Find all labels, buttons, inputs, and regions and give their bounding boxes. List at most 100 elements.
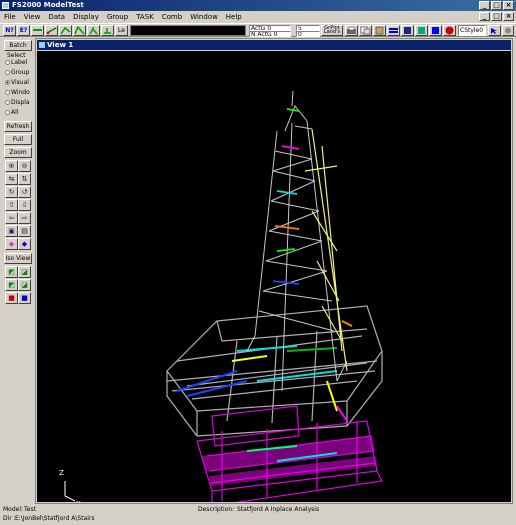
iso-2-icon[interactable]: ◪ bbox=[18, 266, 31, 278]
toolbar: N? E? Le ActG 0 N ActG 0 5 0 GrPlnt Land… bbox=[0, 23, 516, 37]
radio-dot bbox=[5, 90, 10, 95]
paste-icon[interactable] bbox=[373, 25, 386, 36]
element-query-button[interactable]: E? bbox=[17, 25, 30, 36]
color-icon[interactable] bbox=[415, 25, 428, 36]
radio-display[interactable]: Displa bbox=[5, 99, 30, 106]
number-field-bottom[interactable]: 0 bbox=[296, 31, 320, 37]
menu-bar: File View Data Display Group TASK Comb W… bbox=[0, 11, 516, 23]
radio-dot bbox=[5, 110, 10, 115]
zoom-button[interactable]: Zoom bbox=[4, 147, 32, 158]
iso-3-icon[interactable]: ◩ bbox=[5, 279, 18, 291]
menu-file[interactable]: File bbox=[0, 11, 20, 23]
radio-label[interactable]: Label bbox=[5, 59, 27, 66]
iso-5-icon[interactable]: ■ bbox=[5, 292, 18, 304]
support-tool-icon[interactable] bbox=[87, 25, 100, 36]
menu-view[interactable]: View bbox=[20, 11, 45, 23]
axis-z-label: Z bbox=[59, 469, 64, 477]
radio-window[interactable]: Windo bbox=[5, 89, 30, 96]
stop-icon[interactable] bbox=[443, 25, 456, 36]
pan-right-icon[interactable]: ⇨ bbox=[18, 212, 31, 224]
line-tool-icon[interactable] bbox=[31, 25, 44, 36]
axis-x-label: X bbox=[76, 500, 81, 502]
minimize-button[interactable]: _ bbox=[479, 1, 490, 10]
render-icon[interactable] bbox=[401, 25, 414, 36]
full-button[interactable]: Full bbox=[4, 134, 32, 145]
menu-comb[interactable]: Comb bbox=[158, 11, 186, 23]
zoom-out-icon[interactable]: ⊖ bbox=[18, 160, 31, 172]
radio-group[interactable]: Group bbox=[5, 69, 29, 76]
context-help-icon[interactable] bbox=[502, 25, 514, 36]
beam-tool-icon[interactable] bbox=[45, 25, 58, 36]
le-button[interactable]: Le bbox=[115, 25, 128, 36]
menu-window[interactable]: Window bbox=[186, 11, 222, 23]
mdi-close-button[interactable]: × bbox=[503, 12, 514, 21]
maximize-button[interactable]: □ bbox=[491, 1, 502, 10]
app-icon bbox=[2, 2, 9, 9]
view-top-icon[interactable]: ◈ bbox=[5, 238, 18, 250]
model-label: Model: bbox=[3, 506, 24, 513]
menu-group[interactable]: Group bbox=[103, 11, 132, 23]
command-display bbox=[130, 25, 246, 36]
left-sidebar: Batch Select Label Group Visual Windo Di… bbox=[3, 38, 33, 502]
view-window: View 1 Z bbox=[35, 38, 513, 504]
model-canvas[interactable]: Z X bbox=[37, 51, 511, 502]
display-mode-icon[interactable] bbox=[429, 25, 442, 36]
plate-tool-icon[interactable] bbox=[73, 25, 86, 36]
rotate-y-icon[interactable]: ⇅ bbox=[18, 173, 31, 185]
structure-model: Z X bbox=[59, 90, 383, 502]
iso-6-icon[interactable]: ■ bbox=[18, 292, 31, 304]
mdi-minimize-button[interactable]: _ bbox=[479, 12, 490, 21]
view-3d-icon[interactable]: ◆ bbox=[18, 238, 31, 250]
radio-display-text: Displa bbox=[11, 99, 30, 106]
batch-button[interactable]: Batch bbox=[4, 40, 32, 51]
derrick-legs bbox=[304, 128, 348, 372]
radio-dot bbox=[5, 100, 10, 105]
node-query-button[interactable]: N? bbox=[3, 25, 16, 36]
title-bar: FS2000 ModelTest _ □ × bbox=[0, 0, 516, 11]
status-bar: Model: Test Description: Statfjord A Inp… bbox=[0, 505, 516, 525]
dir-value: E:\JonBel\Statfjord A\Stairs bbox=[15, 515, 95, 522]
iso-view-button[interactable]: Iso View bbox=[4, 253, 32, 264]
radio-dot bbox=[5, 70, 10, 75]
load-tool-icon[interactable] bbox=[101, 25, 114, 36]
copy-icon[interactable] bbox=[359, 25, 372, 36]
menu-data[interactable]: Data bbox=[44, 11, 69, 23]
radio-dot-selected bbox=[5, 80, 10, 85]
pan-up-icon[interactable]: ⇧ bbox=[5, 199, 18, 211]
mdi-restore-button[interactable]: □ bbox=[491, 12, 502, 21]
radio-all-text: All bbox=[11, 109, 19, 116]
radio-visual-text: Visual bbox=[11, 79, 29, 86]
grid-plane-button[interactable]: GrPlnt Land's bbox=[321, 25, 343, 36]
color-style-select[interactable]: CStyle0 bbox=[458, 25, 486, 36]
menu-help[interactable]: Help bbox=[222, 11, 246, 23]
pan-down-icon[interactable]: ⇩ bbox=[18, 199, 31, 211]
view-side-icon[interactable]: ▤ bbox=[18, 225, 31, 237]
rotate-x-icon[interactable]: ⇆ bbox=[5, 173, 18, 185]
rotate-back-icon[interactable]: ↺ bbox=[18, 186, 31, 198]
close-button[interactable]: × bbox=[503, 1, 514, 10]
window-title: FS2000 ModelTest bbox=[12, 1, 84, 9]
member-tool-icon[interactable] bbox=[59, 25, 72, 36]
radio-window-text: Windo bbox=[11, 89, 30, 96]
radio-visual[interactable]: Visual bbox=[5, 79, 29, 86]
radio-group-text: Group bbox=[11, 69, 30, 76]
model-value: Test bbox=[24, 506, 36, 513]
zoom-in-icon[interactable]: ⊕ bbox=[5, 160, 18, 172]
radio-all[interactable]: All bbox=[5, 109, 18, 116]
help-pointer-icon[interactable] bbox=[488, 25, 501, 36]
iso-1-icon[interactable]: ◩ bbox=[5, 266, 18, 278]
radio-label-text: Label bbox=[11, 59, 28, 66]
iso-4-icon[interactable]: ◪ bbox=[18, 279, 31, 291]
menu-task[interactable]: TASK bbox=[132, 11, 158, 23]
axis-triad bbox=[64, 481, 76, 502]
menu-display[interactable]: Display bbox=[69, 11, 103, 23]
pan-left-icon[interactable]: ⇦ bbox=[5, 212, 18, 224]
description-label: Description: bbox=[198, 506, 235, 513]
stack-icon[interactable] bbox=[387, 25, 400, 36]
view-front-icon[interactable]: ▣ bbox=[5, 225, 18, 237]
refresh-button[interactable]: Refresh bbox=[4, 121, 32, 132]
printer-icon[interactable] bbox=[345, 25, 358, 36]
non-active-group-field[interactable]: N ActG 0 bbox=[249, 31, 291, 37]
rotate-z-icon[interactable]: ↻ bbox=[5, 186, 18, 198]
view-title: View 1 bbox=[47, 41, 74, 49]
